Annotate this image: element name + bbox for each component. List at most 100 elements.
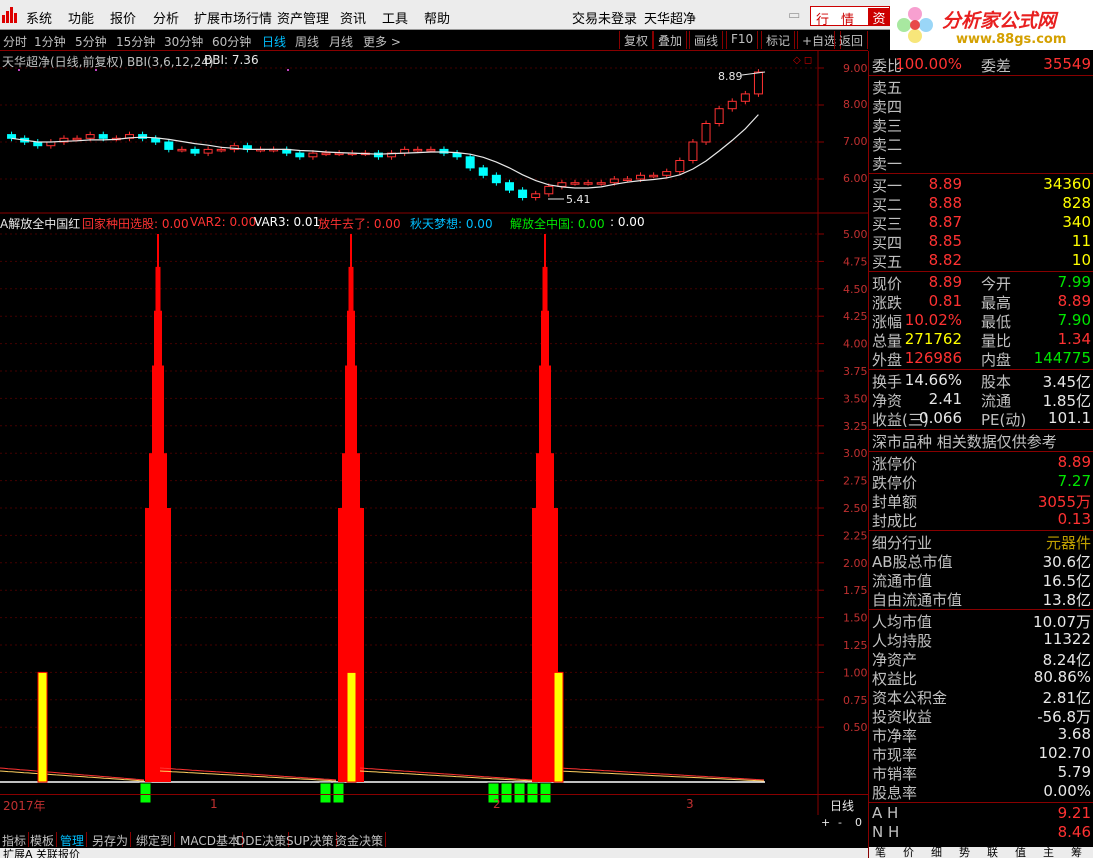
menu-function[interactable]: 功能 xyxy=(68,8,94,27)
decay-line-yellow xyxy=(559,770,765,782)
zoom-in-button[interactable]: + xyxy=(821,816,830,829)
period-5min[interactable]: 5分钟 xyxy=(75,33,107,50)
panel-separator xyxy=(869,451,1093,452)
quote-tab[interactable]: 价 xyxy=(903,847,914,858)
candle-body xyxy=(740,93,750,102)
quote-text: 10.07万 xyxy=(1033,613,1091,631)
period-30min[interactable]: 30分钟 xyxy=(164,33,203,50)
quote-tab[interactable]: 主 xyxy=(1043,847,1054,858)
indicator-name: A解放全中国红 xyxy=(0,217,81,231)
quote-text: 3055万 xyxy=(1037,493,1091,511)
quote-text: 跌停价 xyxy=(872,474,918,492)
tab-template[interactable]: 模板 xyxy=(28,832,58,848)
quote-text: 股息率 xyxy=(872,784,918,802)
pershare-row: 市净率 3.68 xyxy=(869,725,1093,745)
quote-text: 净资产 xyxy=(872,651,918,669)
period-weekly[interactable]: 周线 xyxy=(295,33,319,50)
menu-ext-market[interactable]: 扩展市场行情 xyxy=(194,8,272,27)
period-1min[interactable]: 1分钟 xyxy=(34,33,66,50)
quote-tab[interactable]: 值 xyxy=(1015,847,1026,858)
menu-tools[interactable]: 工具 xyxy=(382,8,408,27)
menu-analysis[interactable]: 分析 xyxy=(153,8,179,27)
candle-body xyxy=(649,174,659,178)
status-text: 扩展A 关联报价 xyxy=(3,848,81,858)
quote-tab[interactable]: 筹 xyxy=(1071,847,1082,858)
zoom-reset-button[interactable]: 0 xyxy=(855,816,862,829)
buy-row: 买四 8.85 11 xyxy=(869,232,1093,252)
mark-button[interactable]: 标记 xyxy=(761,31,796,49)
decay-line-red xyxy=(559,767,765,781)
buy-row: 买三 8.87 340 xyxy=(869,213,1093,233)
indicator-value: : 0.00 xyxy=(610,215,645,229)
tab-zi[interactable]: 资 xyxy=(868,8,890,27)
buy-price: 8.89 xyxy=(928,175,962,193)
red-column xyxy=(536,453,554,509)
period-15min[interactable]: 15分钟 xyxy=(116,33,155,50)
zoom-out-button[interactable]: - xyxy=(838,816,842,829)
tab-indicator[interactable]: 指标 xyxy=(0,832,30,848)
quote-text: 外盘 xyxy=(872,351,903,369)
quote-tab[interactable]: 势 xyxy=(959,847,970,858)
quote-tab[interactable]: 细 xyxy=(931,847,942,858)
candle-body xyxy=(216,148,226,152)
back-button[interactable]: 返回 xyxy=(834,31,869,49)
period-60min[interactable]: 60分钟 xyxy=(212,33,251,50)
draw-line-button[interactable]: 画线 xyxy=(689,31,724,49)
login-status[interactable]: 交易未登录 xyxy=(572,8,637,27)
chart-mode-icon[interactable]: ◇ ◻ xyxy=(793,55,812,66)
period-more[interactable]: 更多 > xyxy=(363,33,401,50)
menu-quote[interactable]: 报价 xyxy=(110,8,136,27)
menu-help[interactable]: 帮助 xyxy=(424,8,450,27)
tab-bind[interactable]: 绑定到 xyxy=(134,832,176,848)
ind-y-tick: 0.50 xyxy=(843,721,868,734)
menu-system[interactable]: 系统 xyxy=(26,8,52,27)
panel-separator xyxy=(869,429,1093,430)
period-monthly[interactable]: 月线 xyxy=(329,33,353,50)
chart-area[interactable]: 5.00 4.75 4.50 4.25 4.00 3.75 3.50 3.25 3.00 2.75… xyxy=(0,51,868,815)
minimize-icon[interactable]: ▭ xyxy=(788,8,800,23)
tab-hang[interactable]: 行 xyxy=(816,9,829,28)
f10-button[interactable]: F10 xyxy=(726,31,759,49)
quote-text: 流通市值 xyxy=(872,572,933,590)
candle-body xyxy=(531,193,541,199)
period-toolbar: 分时 1分钟 5分钟 15分钟 30分钟 60分钟 日线 周线 月线 更多 > … xyxy=(0,30,869,51)
buy-label: 买一 xyxy=(872,177,903,195)
ind-y-tick: 0.75 xyxy=(843,694,868,707)
menu-assets[interactable]: 资产管理 xyxy=(277,8,329,27)
candle-body xyxy=(426,148,436,152)
overlay-button[interactable]: 叠加 xyxy=(653,31,688,49)
quote-text: 流通 xyxy=(981,392,1012,410)
candle-body xyxy=(98,134,108,139)
red-column xyxy=(152,365,164,455)
candle-body xyxy=(701,123,711,143)
quote-tab[interactable]: 笔 xyxy=(875,847,886,858)
candle-body xyxy=(85,134,95,139)
indicator-value: 解放全中国: 0.00 xyxy=(510,217,605,231)
tab-capital[interactable]: 资金决策 xyxy=(333,832,387,848)
red-column xyxy=(544,234,546,268)
tab-save-as[interactable]: 另存为 xyxy=(90,832,132,848)
marker-dot xyxy=(287,69,289,71)
quote-text: 1.85亿 xyxy=(1042,392,1091,410)
ind-y-tick: 3.00 xyxy=(843,447,868,460)
tab-manage[interactable]: 管理 xyxy=(58,832,88,848)
menu-news[interactable]: 资讯 xyxy=(340,8,366,27)
pershare-row: 市销率 5.79 xyxy=(869,763,1093,783)
quote-text: A H xyxy=(872,804,899,822)
period-daily[interactable]: 日线 xyxy=(262,33,286,50)
quote-tab[interactable]: 联 xyxy=(987,847,998,858)
tab-qing[interactable]: 情 xyxy=(841,9,854,28)
candle-body xyxy=(321,152,331,156)
app-logo-icon xyxy=(2,7,17,23)
panel-separator xyxy=(869,271,1093,272)
red-column xyxy=(155,266,161,312)
tab-dde[interactable]: DDE决策 xyxy=(234,832,290,848)
tab-sup[interactable]: SUP决策 xyxy=(284,832,337,848)
red-column xyxy=(542,266,548,312)
fuquan-button[interactable]: 复权 xyxy=(619,31,654,49)
stat-row: 现价 8.89 今开 7.99 xyxy=(869,273,1093,293)
period-fenshi[interactable]: 分时 xyxy=(3,33,27,50)
ind-y-tick: 4.25 xyxy=(843,310,868,323)
buy-price: 8.88 xyxy=(928,194,962,212)
candle-body xyxy=(151,137,161,143)
